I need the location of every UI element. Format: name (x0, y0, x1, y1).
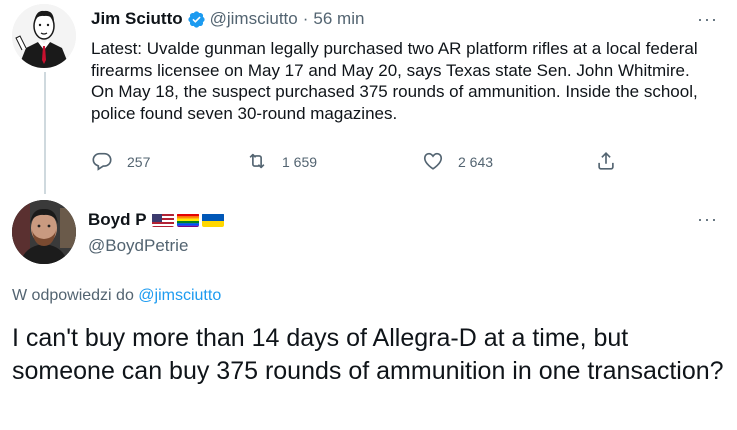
author-name[interactable]: Jim Sciutto (91, 9, 183, 29)
separator-dot: · (302, 9, 309, 28)
like-count: 2 643 (458, 154, 494, 170)
tweet2-header: Boyd P (88, 210, 224, 230)
share-action[interactable] (595, 150, 617, 174)
author-handle[interactable]: @jimsciutto (210, 9, 298, 29)
retweet-count: 1 659 (282, 154, 318, 170)
rainbow-flag-icon (176, 213, 199, 227)
replying-to-label: W odpowiedzi do (12, 287, 139, 304)
tweet1-text: Latest: Uvalde gunman legally purchased … (91, 39, 698, 123)
avatar-boyd-petrie[interactable] (12, 200, 76, 264)
heart-icon[interactable] (422, 150, 444, 175)
us-flag-icon (151, 213, 174, 227)
author-name[interactable]: Boyd P (88, 210, 147, 230)
more-options-icon[interactable]: ··· (697, 209, 718, 230)
replying-to-handle-link[interactable]: @jimsciutto (138, 287, 221, 304)
more-options-icon[interactable]: ··· (697, 9, 718, 30)
tweet1-header: Jim Sciutto @jimsciutto · 56 min (91, 9, 364, 29)
reply-icon[interactable] (91, 150, 113, 175)
reply-count: 257 (127, 154, 151, 170)
timestamp[interactable]: 56 min (313, 9, 364, 29)
ukraine-flag-icon (201, 213, 224, 227)
avatar-jim-sciutto[interactable] (12, 4, 76, 68)
retweet-icon[interactable] (246, 150, 268, 175)
verified-badge-icon (187, 10, 206, 29)
replying-to: W odpowiedzi do @jimsciutto (12, 287, 221, 305)
thread-line (44, 72, 46, 194)
like-action[interactable]: 2 643 (422, 150, 493, 174)
share-icon[interactable] (595, 150, 617, 175)
tweet2-text: I can't buy more than 14 days of Allegra… (12, 324, 724, 385)
author-handle[interactable]: @BoydPetrie (88, 236, 188, 256)
retweet-action[interactable]: 1 659 (246, 150, 317, 174)
reply-action[interactable]: 257 (91, 150, 150, 174)
